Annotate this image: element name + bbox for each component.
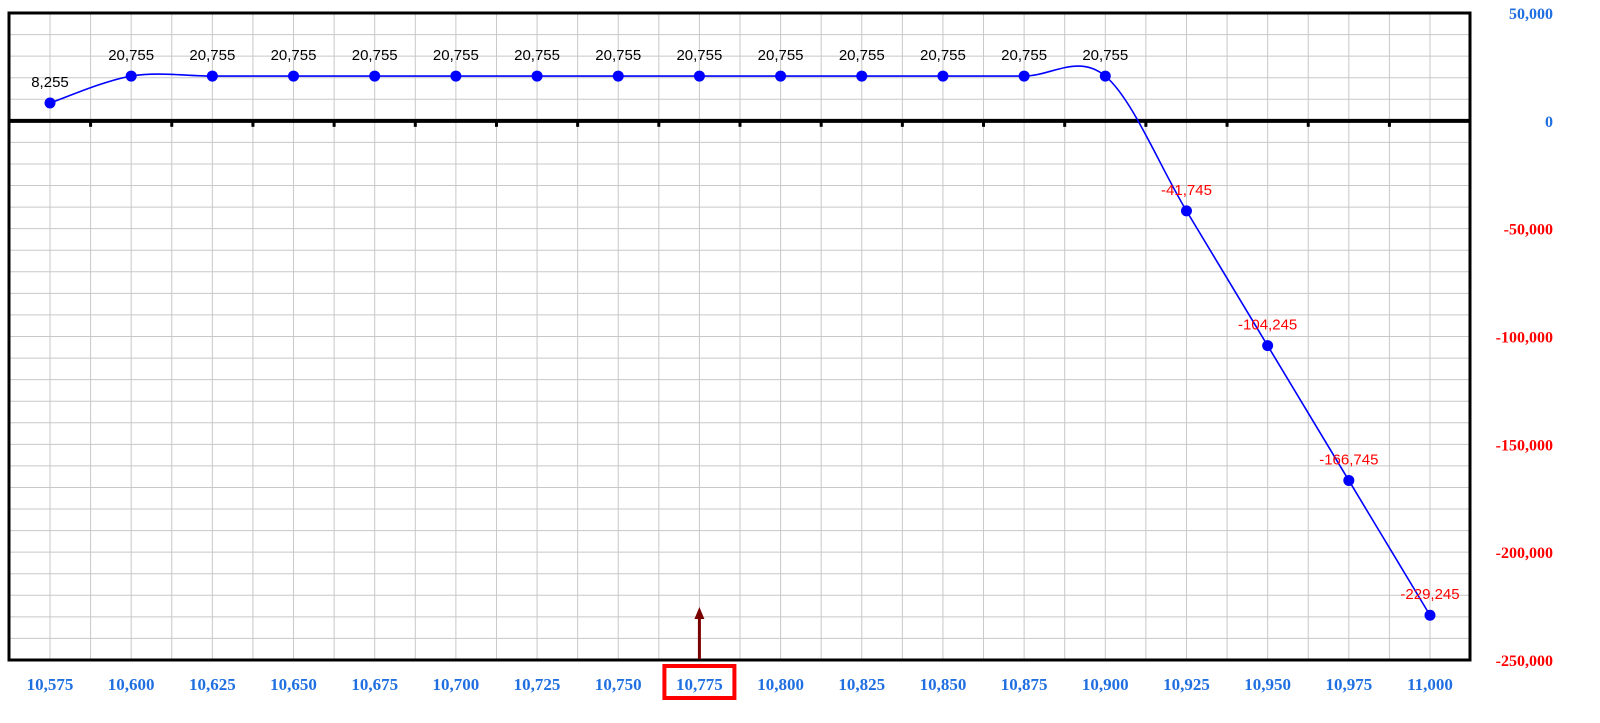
data-point bbox=[1424, 609, 1436, 621]
data-point bbox=[531, 70, 543, 82]
data-label: -41,745 bbox=[1161, 182, 1212, 199]
data-label: 20,755 bbox=[1001, 47, 1047, 64]
data-point bbox=[369, 70, 381, 82]
data-label: 20,755 bbox=[1082, 47, 1128, 64]
data-label: 20,755 bbox=[189, 47, 235, 64]
x-tick-label: 10,650 bbox=[270, 675, 317, 694]
y-tick-label: -250,000 bbox=[1496, 653, 1553, 670]
data-point bbox=[856, 70, 868, 82]
payoff-chart: 8,255 20,755 20,755 20,755 20,755 20,755 20,75… bbox=[7, 6, 1553, 700]
data-point bbox=[693, 70, 705, 82]
data-point bbox=[1018, 70, 1030, 82]
y-tick-label: -100,000 bbox=[1496, 330, 1553, 347]
x-tick-label: 10,600 bbox=[108, 675, 155, 694]
data-point bbox=[288, 70, 300, 82]
data-label: 20,755 bbox=[514, 47, 560, 64]
x-tick-label: 10,800 bbox=[757, 675, 804, 694]
data-label: 8,255 bbox=[31, 74, 69, 91]
y-tick-label: -50,000 bbox=[1504, 222, 1553, 239]
marker-arrow-head bbox=[694, 607, 705, 619]
x-tick-label: 10,875 bbox=[1001, 675, 1048, 694]
x-tick-label: 10,950 bbox=[1244, 675, 1291, 694]
data-label: 20,755 bbox=[839, 47, 885, 64]
data-point bbox=[44, 97, 56, 109]
data-label: 20,755 bbox=[108, 47, 154, 64]
grid-lines bbox=[9, 12, 1470, 661]
data-point bbox=[1262, 340, 1274, 352]
data-point bbox=[1099, 70, 1111, 82]
data-point bbox=[450, 70, 462, 82]
data-point bbox=[1343, 474, 1355, 486]
data-label: 20,755 bbox=[676, 47, 722, 64]
x-tick-labels: 10,575 10,600 10,625 10,650 10,675 10,700 10,7… bbox=[27, 664, 1453, 700]
x-tick-label: 10,725 bbox=[514, 675, 561, 694]
x-tick-label: 10,825 bbox=[838, 675, 885, 694]
x-tick-label: 10,975 bbox=[1325, 675, 1372, 694]
y-tick-label: -150,000 bbox=[1496, 437, 1553, 454]
x-tick-label: 10,925 bbox=[1163, 675, 1210, 694]
data-label: -104,245 bbox=[1238, 317, 1297, 334]
x-tick-label: 10,575 bbox=[27, 675, 74, 694]
data-point bbox=[206, 70, 218, 82]
y-tick-label: 0 bbox=[1545, 114, 1553, 131]
x-tick-label: 10,625 bbox=[189, 675, 236, 694]
x-tick-label: 10,675 bbox=[351, 675, 398, 694]
x-tick-label: 10,850 bbox=[920, 675, 967, 694]
current-price-marker bbox=[694, 607, 705, 659]
data-label: -229,245 bbox=[1400, 586, 1459, 603]
data-label: 20,755 bbox=[595, 47, 641, 64]
data-label: 20,755 bbox=[758, 47, 804, 64]
data-labels: 8,255 20,755 20,755 20,755 20,755 20,755 20,75… bbox=[31, 47, 1459, 603]
y-tick-label: 50,000 bbox=[1509, 6, 1553, 23]
data-point bbox=[1180, 205, 1192, 217]
x-tick-label: 10,750 bbox=[595, 675, 642, 694]
x-tick-label: 10,775 bbox=[676, 675, 723, 694]
data-label: -166,745 bbox=[1319, 451, 1378, 468]
x-tick-label: 11,000 bbox=[1407, 675, 1453, 694]
data-point bbox=[612, 70, 624, 82]
data-point bbox=[775, 70, 787, 82]
data-label: 20,755 bbox=[920, 47, 966, 64]
data-label: 20,755 bbox=[352, 47, 398, 64]
data-label: 20,755 bbox=[271, 47, 317, 64]
y-tick-label: -200,000 bbox=[1496, 545, 1553, 562]
x-tick-label: 10,700 bbox=[433, 675, 480, 694]
data-point bbox=[937, 70, 949, 82]
x-tick-label: 10,900 bbox=[1082, 675, 1129, 694]
data-label: 20,755 bbox=[433, 47, 479, 64]
y-tick-labels: 50,000 0 -50,000 -100,000 -150,000 -200,000 -2… bbox=[1496, 6, 1553, 670]
data-point bbox=[125, 70, 137, 82]
